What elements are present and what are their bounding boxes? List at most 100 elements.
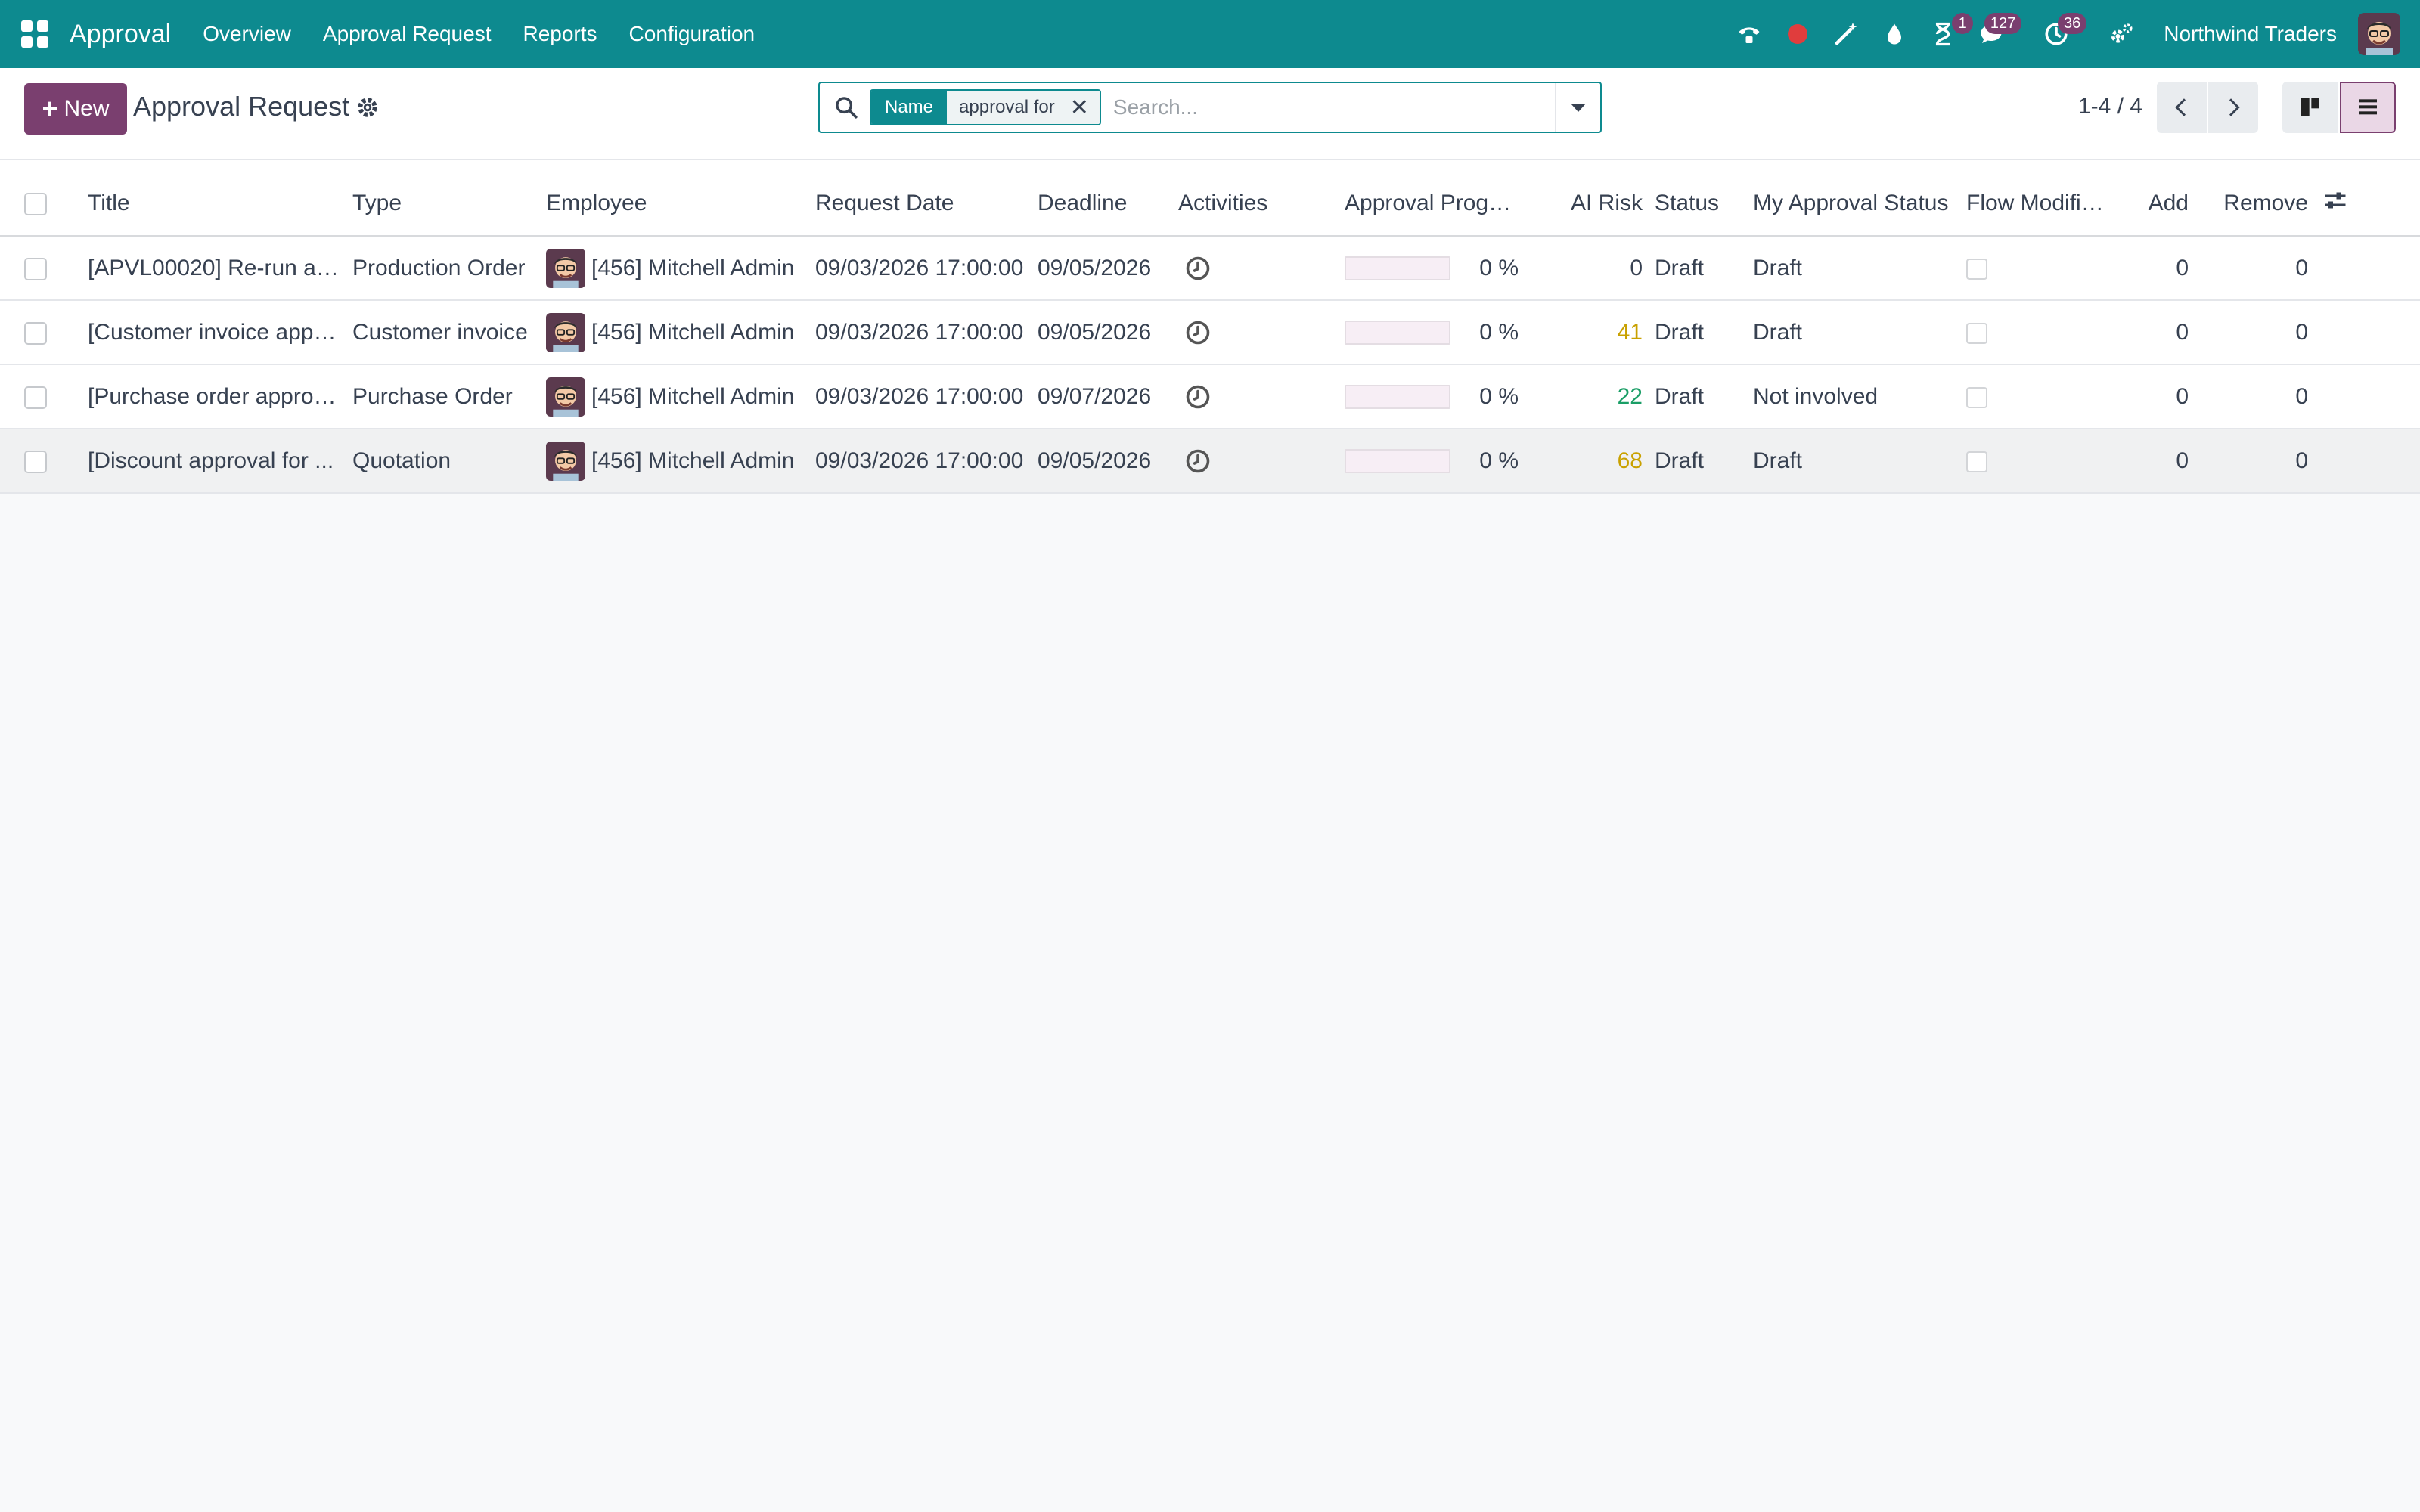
approval-table: Title Type Employee Request Date Deadlin… bbox=[0, 160, 2420, 494]
cell-approval-progress: 0 % bbox=[1345, 320, 1519, 345]
cell-ai-risk: 41 bbox=[1617, 319, 1643, 345]
column-deadline[interactable]: Deadline bbox=[1032, 160, 1172, 236]
caret-down-icon bbox=[1571, 103, 1586, 112]
column-activities[interactable]: Activities bbox=[1172, 160, 1339, 236]
cell-add: 0 bbox=[2176, 255, 2189, 280]
progress-bar bbox=[1345, 384, 1451, 409]
activity-clock-icon[interactable] bbox=[1184, 448, 1212, 475]
column-title[interactable]: Title bbox=[76, 160, 346, 236]
control-panel: + New Approval Request Name approval for… bbox=[0, 68, 2420, 160]
new-button-label: New bbox=[64, 96, 110, 121]
list-view: Title Type Employee Request Date Deadlin… bbox=[0, 160, 2420, 494]
chat-icon[interactable]: 127 bbox=[1972, 13, 2022, 54]
select-all-checkbox[interactable] bbox=[24, 192, 47, 215]
drop-icon[interactable] bbox=[1875, 14, 1914, 54]
menu-overview[interactable]: Overview bbox=[203, 22, 291, 46]
cell-request-date: 09/03/2026 17:00:00 bbox=[815, 383, 1024, 409]
table-row[interactable]: [APVL00020] Re-run approval for producti… bbox=[0, 236, 2420, 300]
company-switcher[interactable]: Northwind Traders bbox=[2164, 22, 2337, 46]
cell-title[interactable]: [Purchase order approval for ... bbox=[76, 364, 346, 429]
pager-value[interactable]: 1-4 / 4 bbox=[2078, 94, 2142, 119]
column-status[interactable]: Status bbox=[1649, 160, 1747, 236]
user-avatar[interactable] bbox=[2358, 13, 2400, 55]
column-flow-modified[interactable]: Flow Modified bbox=[1960, 160, 2111, 236]
column-employee[interactable]: Employee bbox=[540, 160, 809, 236]
row-checkbox[interactable] bbox=[24, 321, 47, 345]
cell-title[interactable]: [Customer invoice approval for ... bbox=[76, 300, 346, 364]
column-approval-progress[interactable]: Approval Progress bbox=[1339, 160, 1525, 236]
column-ai-risk[interactable]: AI Risk bbox=[1525, 160, 1649, 236]
magic-wand-icon[interactable] bbox=[1826, 14, 1866, 54]
progress-text: 0 % bbox=[1479, 255, 1519, 280]
close-icon[interactable]: ✕ bbox=[1070, 94, 1089, 121]
facet-value: approval for bbox=[959, 97, 1055, 117]
column-remove[interactable]: Remove bbox=[2195, 160, 2314, 236]
cell-employee[interactable]: [456] Mitchell Admin bbox=[546, 312, 803, 352]
settings-icon[interactable] bbox=[2102, 14, 2141, 54]
cell-employee[interactable]: [456] Mitchell Admin bbox=[546, 376, 803, 417]
top-navbar: Approval Overview Approval Request Repor… bbox=[0, 0, 2420, 68]
column-my-approval-status[interactable]: My Approval Status bbox=[1747, 160, 1960, 236]
row-checkbox[interactable] bbox=[24, 257, 47, 280]
cell-employee[interactable]: [456] Mitchell Admin bbox=[546, 441, 803, 481]
row-checkbox[interactable] bbox=[24, 450, 47, 473]
recording-dot-icon[interactable] bbox=[1778, 14, 1817, 54]
search-input[interactable] bbox=[1112, 87, 1555, 128]
activity-clock-icon[interactable] bbox=[1184, 383, 1212, 411]
table-row[interactable]: [Discount approval for ... Quotation [45… bbox=[0, 429, 2420, 493]
new-button[interactable]: + New bbox=[24, 83, 127, 135]
search-options-toggle[interactable] bbox=[1555, 83, 1600, 132]
gear-icon[interactable] bbox=[354, 94, 381, 121]
list-icon bbox=[2359, 99, 2377, 115]
pager-previous-button[interactable] bbox=[2157, 82, 2207, 133]
column-type[interactable]: Type bbox=[346, 160, 540, 236]
flow-modified-checkbox bbox=[1966, 386, 1987, 408]
activity-clock-icon[interactable] bbox=[1184, 255, 1212, 282]
column-add[interactable]: Add bbox=[2111, 160, 2195, 236]
cell-my-approval-status: Draft bbox=[1753, 255, 1803, 280]
optional-columns-icon[interactable] bbox=[2320, 187, 2350, 214]
cell-deadline: 09/05/2026 bbox=[1038, 448, 1152, 473]
list-view-button[interactable] bbox=[2340, 82, 2396, 133]
cell-approval-progress: 0 % bbox=[1345, 448, 1519, 474]
facet-value-wrap: approval for ✕ bbox=[947, 91, 1100, 124]
employee-name: [456] Mitchell Admin bbox=[591, 448, 795, 473]
table-row[interactable]: [Purchase order approval for ... Purchas… bbox=[0, 364, 2420, 429]
cell-employee[interactable]: [456] Mitchell Admin bbox=[546, 248, 803, 288]
cell-type: Quotation bbox=[352, 448, 451, 473]
menu-approval-request[interactable]: Approval Request bbox=[323, 22, 492, 46]
progress-text: 0 % bbox=[1479, 319, 1519, 345]
menu-reports[interactable]: Reports bbox=[523, 22, 597, 46]
search-icon[interactable] bbox=[833, 94, 859, 120]
phone-icon[interactable] bbox=[1730, 14, 1769, 54]
cell-type: Production Order bbox=[352, 255, 526, 280]
chevron-right-icon bbox=[2229, 98, 2240, 116]
cell-title[interactable]: [Discount approval for ... bbox=[76, 429, 346, 493]
app-brand[interactable]: Approval bbox=[70, 20, 171, 49]
progress-bar bbox=[1345, 320, 1451, 345]
chevron-left-icon bbox=[2175, 98, 2186, 116]
cell-deadline: 09/05/2026 bbox=[1038, 255, 1152, 280]
row-checkbox[interactable] bbox=[24, 386, 47, 409]
apps-menu-icon[interactable] bbox=[21, 20, 48, 48]
employee-avatar bbox=[546, 248, 585, 288]
kanban-view-button[interactable] bbox=[2282, 82, 2338, 133]
kanban-icon bbox=[2301, 98, 2319, 116]
pager-next-button[interactable] bbox=[2208, 82, 2258, 133]
progress-text: 0 % bbox=[1479, 448, 1519, 473]
activity-clock-icon[interactable] bbox=[1184, 319, 1212, 346]
column-request-date[interactable]: Request Date bbox=[809, 160, 1032, 236]
employee-avatar bbox=[546, 312, 585, 352]
employee-name: [456] Mitchell Admin bbox=[591, 255, 795, 280]
cell-title[interactable]: [APVL00020] Re-run approval for producti… bbox=[76, 236, 346, 300]
cell-deadline: 09/05/2026 bbox=[1038, 319, 1152, 345]
cell-deadline: 09/07/2026 bbox=[1038, 383, 1152, 409]
flow-modified-checkbox bbox=[1966, 451, 1987, 472]
flow-modified-checkbox bbox=[1966, 322, 1987, 344]
hourglass-icon[interactable]: 1 bbox=[1923, 13, 1974, 54]
menu-configuration[interactable]: Configuration bbox=[629, 22, 755, 46]
cell-request-date: 09/03/2026 17:00:00 bbox=[815, 448, 1024, 473]
page-title: Approval Request bbox=[133, 91, 350, 122]
table-row[interactable]: [Customer invoice approval for ... Custo… bbox=[0, 300, 2420, 364]
clock-icon[interactable]: 36 bbox=[2037, 13, 2087, 54]
